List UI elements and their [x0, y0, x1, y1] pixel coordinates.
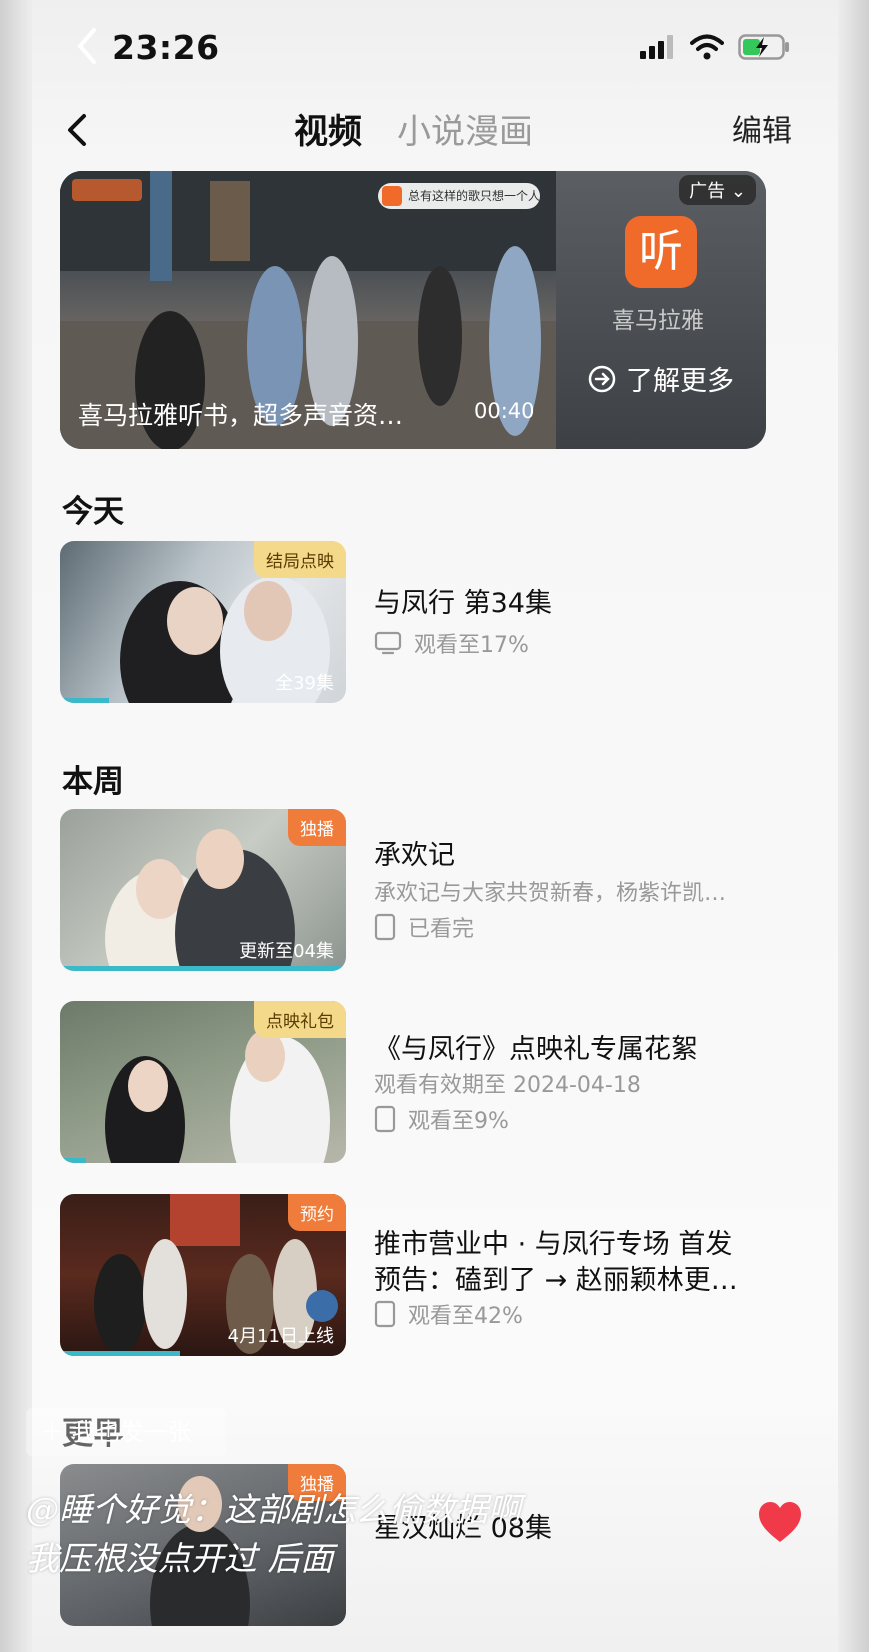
- watch-progress-bar: [60, 966, 346, 971]
- item-description: 承欢记与大家共贺新春，杨紫许凯…: [374, 881, 727, 906]
- episode-count: 更新至04集: [239, 941, 334, 962]
- history-item-4[interactable]: 预约 4月11日上线 推市营业中 · 与凤行专场 首发 预告：磕到了 → 赵丽颖…: [60, 1194, 800, 1356]
- tab-video[interactable]: 视频: [294, 104, 362, 153]
- video-thumbnail: 点映礼包: [60, 1001, 346, 1163]
- like-heart-icon[interactable]: [757, 1500, 803, 1544]
- item-tag: 预约: [288, 1194, 346, 1231]
- chevron-down-icon: ⌄: [730, 181, 746, 202]
- video-thumbnail: 独播 更新至04集: [60, 809, 346, 971]
- phone-icon: [374, 913, 396, 941]
- ad-badge[interactable]: 广告 ⌄: [679, 175, 756, 205]
- video-thumbnail: 结局点映 全39集: [60, 541, 346, 703]
- tab-novel-comic[interactable]: 小说漫画: [397, 104, 533, 153]
- ximalaya-logo-icon: 听: [625, 216, 697, 288]
- post-share-button[interactable]: ＋ 我也发一张: [26, 1408, 226, 1456]
- edit-button[interactable]: 编辑: [732, 106, 792, 150]
- wifi-icon: [690, 34, 724, 60]
- screen: 23:26 视频 小说漫画 编辑 总有这样的歌只想一个人听 广告 ⌄ 听 喜马拉…: [32, 0, 838, 1652]
- top-navigation: 视频 小说漫画 编辑: [32, 100, 838, 160]
- ad-banner[interactable]: 总有这样的歌只想一个人听 广告 ⌄ 听 喜马拉雅 了解更多 喜马拉雅听书，超多声…: [60, 171, 766, 449]
- back-chevron-icon[interactable]: [68, 26, 108, 66]
- item-title: 与凤行 第34集: [374, 588, 552, 619]
- back-arrow-icon[interactable]: [62, 112, 96, 148]
- item-tag: 结局点映: [254, 541, 346, 578]
- section-this-week: 本周: [62, 764, 124, 800]
- tv-icon: [374, 631, 402, 655]
- ad-search-text: 总有这样的歌只想一个人听: [408, 189, 540, 203]
- learn-more-button[interactable]: 了解更多: [588, 359, 734, 398]
- ad-source-mark: [72, 179, 142, 201]
- ad-brand-name: 喜马拉雅: [612, 308, 704, 334]
- overlay-comment-line-2: 我压根没点开过 后面: [26, 1539, 334, 1578]
- watch-progress-bar: [60, 1351, 181, 1356]
- watch-status: 观看至17%: [374, 627, 529, 659]
- watch-progress-bar: [60, 1158, 86, 1163]
- post-share-label: 我也发一张: [71, 1418, 192, 1446]
- status-time: 23:26: [112, 28, 220, 67]
- item-title-line-2: 预告：磕到了 → 赵丽颖林更…: [374, 1265, 738, 1296]
- watch-status: 观看至9%: [374, 1103, 509, 1135]
- phone-icon: [374, 1300, 396, 1328]
- battery-charging-icon: [738, 34, 789, 60]
- arrow-circle-icon: [588, 365, 616, 392]
- item-title: 承欢记: [374, 840, 455, 871]
- ximalaya-small-logo-icon: [382, 186, 402, 206]
- video-thumbnail: 预约 4月11日上线: [60, 1194, 346, 1356]
- history-item-1[interactable]: 结局点映 全39集 与凤行 第34集 观看至17%: [60, 541, 800, 703]
- signal-icon: [640, 35, 673, 59]
- plus-icon: ＋: [40, 1418, 64, 1446]
- watch-progress-bar: [60, 698, 109, 703]
- status-icons: [640, 34, 790, 60]
- ad-duration: 00:40: [474, 399, 535, 423]
- watch-status-label: 观看至17%: [414, 633, 529, 658]
- ad-caption: 喜马拉雅听书，超多声音资…: [78, 401, 404, 430]
- watch-status: 已看完: [374, 911, 474, 943]
- history-item-3[interactable]: 点映礼包 《与凤行》点映礼专属花絮 观看有效期至 2024-04-18 观看至9…: [60, 1001, 800, 1163]
- overlay-comment-line-1: @睡个好觉：这部剧怎么偷数据啊: [26, 1490, 521, 1529]
- item-tag: 独播: [288, 809, 346, 846]
- phone-icon: [374, 1105, 396, 1133]
- episode-count: 全39集: [275, 673, 334, 694]
- item-title: 《与凤行》点映礼专属花絮: [374, 1034, 698, 1065]
- watch-status-label: 观看至42%: [408, 1304, 523, 1329]
- section-today: 今天: [62, 494, 124, 530]
- learn-more-label: 了解更多: [626, 366, 734, 397]
- item-tag: 点映礼包: [254, 1001, 346, 1038]
- watch-status-label: 观看至9%: [408, 1109, 509, 1134]
- release-date: 4月11日上线: [227, 1326, 334, 1347]
- item-description: 观看有效期至 2024-04-18: [374, 1073, 641, 1098]
- ad-search-bar: 总有这样的歌只想一个人听: [378, 183, 540, 209]
- item-title-line-1: 推市营业中 · 与凤行专场 首发: [374, 1229, 733, 1260]
- watch-status-label: 已看完: [408, 917, 475, 942]
- ad-badge-label: 广告: [689, 181, 726, 202]
- history-item-2[interactable]: 独播 更新至04集 承欢记 承欢记与大家共贺新春，杨紫许凯… 已看完: [60, 809, 800, 971]
- watch-status: 观看至42%: [374, 1298, 523, 1330]
